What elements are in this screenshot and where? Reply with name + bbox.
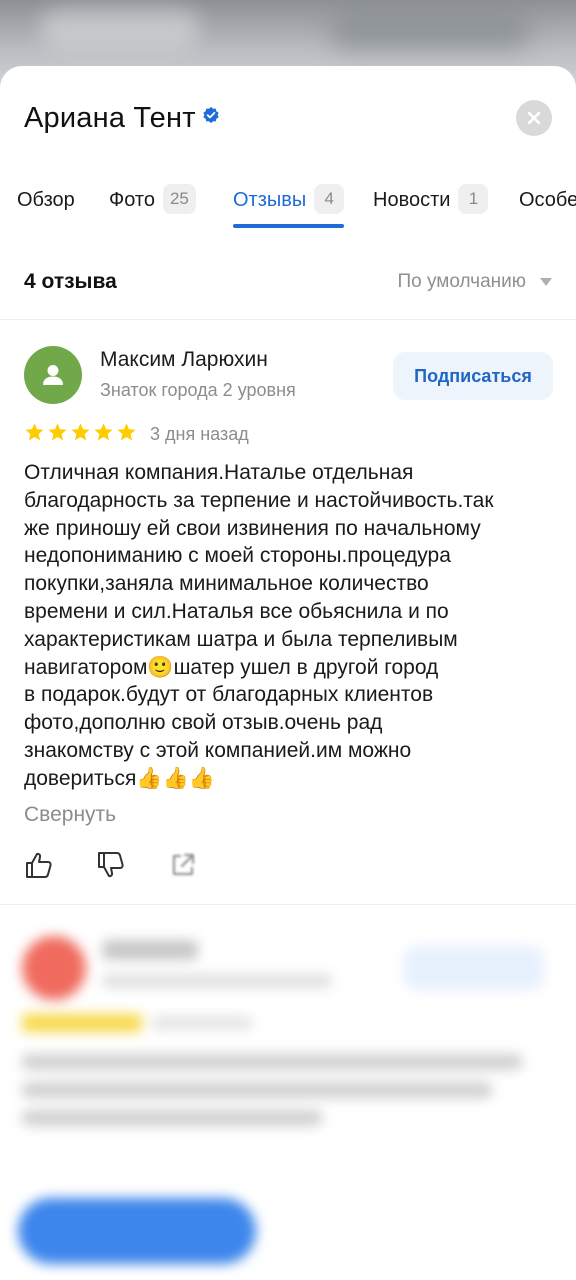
collapse-link[interactable]: Свернуть: [24, 803, 116, 827]
placeholder-block: [102, 974, 332, 988]
caret-down-icon: [540, 278, 552, 286]
placeholder-block: [102, 940, 198, 960]
review-date: 3 дня назад: [150, 424, 249, 444]
tab-label: Новости: [373, 189, 451, 211]
star-icon: [25, 423, 44, 441]
tab-photos[interactable]: Фото 25: [109, 184, 196, 230]
share-icon: [173, 854, 194, 875]
placeholder-block: [404, 946, 544, 990]
review-text: Отличная компания.Наталье отдельная благ…: [24, 461, 494, 790]
dislike-button[interactable]: [96, 850, 126, 880]
tab-label: Отзывы: [233, 189, 307, 211]
review-actions: [24, 850, 240, 880]
divider: [0, 904, 576, 905]
active-tab-indicator: [233, 224, 344, 228]
tab-count-badge: 1: [458, 184, 489, 214]
close-icon: [527, 111, 541, 125]
like-button[interactable]: [24, 850, 54, 880]
avatar[interactable]: [24, 346, 82, 404]
review-author-name[interactable]: Максим Ларюхин: [100, 348, 268, 372]
tab-count-badge: 4: [314, 184, 345, 214]
subscribe-button[interactable]: Подписаться: [393, 352, 553, 400]
divider: [0, 319, 576, 320]
placeholder-block: [22, 1082, 492, 1098]
tab-label: Особенности: [519, 189, 576, 211]
reviews-count: 4 отзыва: [24, 270, 117, 293]
rating-stars: [24, 422, 137, 443]
star-icon: [117, 423, 136, 441]
thumbs-down-icon: [98, 852, 124, 878]
placeholder-block: [22, 1014, 142, 1032]
star-icon: [48, 423, 67, 441]
placeholder-block: [22, 1054, 522, 1070]
placeholder-block: [22, 1110, 322, 1126]
next-review-blurred: [0, 916, 576, 1280]
tab-features[interactable]: Особенности: [519, 184, 576, 230]
sort-label: По умолчанию: [397, 271, 527, 292]
close-button[interactable]: [516, 100, 552, 136]
star-icon: [71, 423, 90, 441]
place-title: Ариана Тент: [24, 102, 196, 134]
tab-label: Фото: [109, 189, 155, 211]
thumbs-up-icon: [26, 852, 52, 878]
place-card-sheet: Ариана Тент Обзор Фото 25 Отзывы 4 Новос…: [0, 66, 576, 1280]
share-button[interactable]: [168, 850, 198, 880]
placeholder-block: [18, 1198, 256, 1264]
placeholder-block: [152, 1016, 252, 1030]
tab-news[interactable]: Новости 1: [373, 184, 489, 230]
verified-check-icon: [203, 106, 219, 123]
tab-count-badge: 25: [162, 184, 196, 214]
tab-overview[interactable]: Обзор: [17, 184, 75, 230]
avatar: [22, 936, 86, 1000]
sort-dropdown[interactable]: По умолчанию: [397, 271, 552, 293]
tab-label: Обзор: [17, 189, 75, 211]
star-icon: [94, 423, 113, 441]
review-author-level: Знаток города 2 уровня: [100, 380, 296, 400]
title-row: Ариана Тент: [24, 102, 220, 135]
user-icon: [43, 365, 63, 385]
